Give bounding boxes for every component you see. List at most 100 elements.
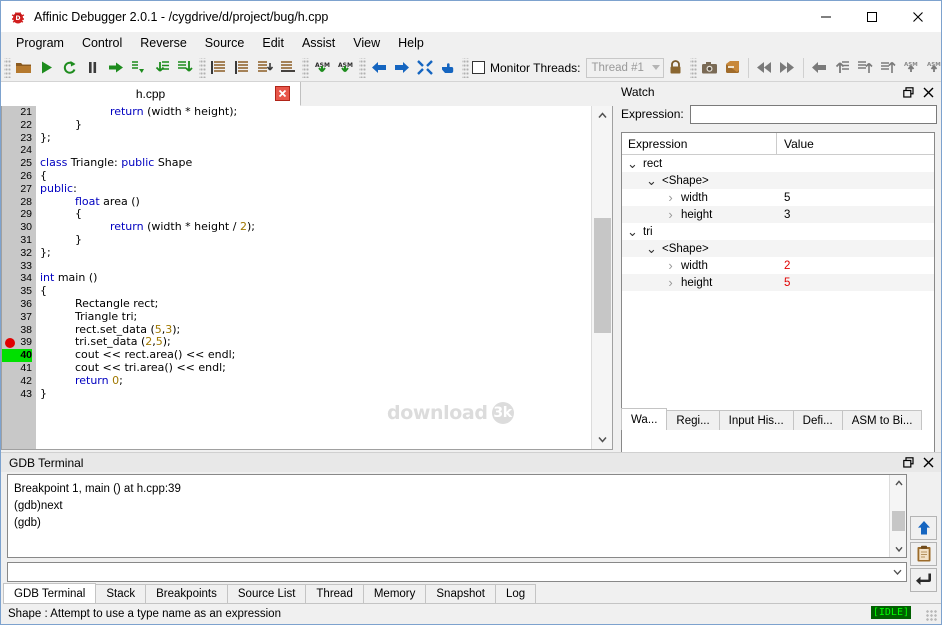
code-area[interactable]: 21 return (width * height);22 }23};2425c… [1, 106, 613, 450]
chevron-down-icon[interactable]: ⌄ [645, 173, 658, 189]
reverse-continue-icon[interactable] [808, 56, 831, 80]
reverse-asm-next-icon[interactable]: ASM [923, 56, 942, 80]
chevron-down-icon[interactable]: ⌄ [626, 156, 639, 172]
pointer-icon[interactable] [436, 56, 459, 80]
close-icon[interactable] [922, 457, 934, 469]
line-number[interactable]: 24 [2, 144, 32, 157]
line-number[interactable]: 42 [2, 375, 32, 388]
step-out-icon[interactable] [173, 56, 196, 80]
snapshot-load-icon[interactable] [721, 56, 744, 80]
chevron-right-icon[interactable]: › [664, 258, 677, 273]
code-line[interactable]: 30 return (width * height / 2); [2, 221, 590, 234]
scroll-up-icon[interactable] [890, 475, 907, 491]
line-number[interactable]: 29 [2, 208, 32, 221]
code-line[interactable]: 43} [2, 388, 590, 401]
line-number[interactable]: 37 [2, 311, 32, 324]
step-into-icon[interactable] [150, 56, 173, 80]
menu-view[interactable]: View [344, 33, 389, 53]
minimize-button[interactable] [803, 1, 849, 32]
toolbar-grip-2[interactable] [199, 58, 206, 78]
watch-tree[interactable]: Expression Value ⌄rect⌄<Shape>›width5›he… [621, 132, 935, 487]
upload-icon[interactable] [910, 516, 937, 540]
chevron-down-icon[interactable] [888, 563, 906, 581]
editor-tab-h-cpp[interactable]: h.cpp [1, 82, 301, 106]
watch-tab-3[interactable]: Defi... [793, 410, 843, 430]
thread-select[interactable]: Thread #1 [586, 58, 664, 78]
line-number[interactable]: 21 [2, 106, 32, 119]
line-number[interactable]: 22 [2, 119, 32, 132]
expression-input[interactable] [690, 105, 937, 124]
monitor-threads-checkbox[interactable] [472, 61, 485, 74]
watch-row[interactable]: ⌄<Shape> [622, 172, 934, 189]
close-icon[interactable] [922, 86, 934, 98]
watch-row[interactable]: ⌄rect [622, 155, 934, 172]
line-number[interactable]: 38 [2, 324, 32, 337]
restart-icon[interactable] [58, 56, 81, 80]
editor-vertical-scrollbar[interactable] [591, 106, 612, 449]
watch-tab-0[interactable]: Wa... [621, 408, 667, 430]
line-number[interactable]: 28 [2, 196, 32, 209]
menu-control[interactable]: Control [73, 33, 131, 53]
gdb-scrollbar-thumb[interactable] [892, 511, 905, 531]
menu-program[interactable]: Program [7, 33, 73, 53]
line-number[interactable]: 27 [2, 183, 32, 196]
line-number[interactable]: 30 [2, 221, 32, 234]
gdb-output[interactable]: Breakpoint 1, main () at h.cpp:39(gdb)ne… [7, 474, 907, 558]
code-line[interactable]: 25class Triangle: public Shape [2, 157, 590, 170]
line-number[interactable]: 35 [2, 285, 32, 298]
forward-icon[interactable] [390, 56, 413, 80]
toolbar-grip-5[interactable] [462, 58, 469, 78]
menu-reverse[interactable]: Reverse [131, 33, 196, 53]
asm-step-icon[interactable]: ASM [310, 56, 333, 80]
reverse-forward-icon[interactable] [776, 56, 799, 80]
menu-assist[interactable]: Assist [293, 33, 344, 53]
chevron-right-icon[interactable]: › [664, 207, 677, 222]
bottom-tab-7[interactable]: Log [495, 584, 536, 603]
column-header-value[interactable]: Value [777, 133, 814, 155]
reverse-step-into-icon[interactable] [854, 56, 877, 80]
toolbar-grip-1[interactable] [4, 58, 11, 78]
reverse-asm-step-icon[interactable]: ASM [900, 56, 923, 80]
open-folder-icon[interactable] [12, 56, 35, 80]
reverse-rewind-icon[interactable] [753, 56, 776, 80]
code-line[interactable]: 34int main () [2, 272, 590, 285]
clipboard-icon[interactable] [910, 542, 937, 566]
line-number[interactable]: 39 [2, 336, 32, 349]
reverse-step-out-icon[interactable] [877, 56, 900, 80]
line-number[interactable]: 36 [2, 298, 32, 311]
resize-grip[interactable] [926, 610, 938, 622]
source-finish-icon[interactable] [276, 56, 299, 80]
toolbar-grip-6[interactable] [690, 58, 697, 78]
bottom-tab-3[interactable]: Source List [227, 584, 307, 603]
pause-icon[interactable] [81, 56, 104, 80]
snapshot-icon[interactable] [698, 56, 721, 80]
scroll-down-icon[interactable] [592, 430, 613, 449]
collapse-icon[interactable] [413, 56, 436, 80]
code-text[interactable]: 21 return (width * height);22 }23};2425c… [2, 106, 590, 449]
menu-source[interactable]: Source [196, 33, 254, 53]
code-line[interactable]: 22 } [2, 119, 590, 132]
watch-tab-4[interactable]: ASM to Bi... [842, 410, 923, 430]
code-line[interactable]: 28 float area () [2, 196, 590, 209]
line-number[interactable]: 34 [2, 272, 32, 285]
restore-icon[interactable] [902, 457, 914, 469]
bottom-tab-4[interactable]: Thread [305, 584, 363, 603]
line-number[interactable]: 31 [2, 234, 32, 247]
scroll-up-icon[interactable] [592, 106, 613, 125]
watch-row[interactable]: ›width2 [622, 257, 934, 274]
menu-edit[interactable]: Edit [253, 33, 293, 53]
continue-icon[interactable] [104, 56, 127, 80]
line-number[interactable]: 26 [2, 170, 32, 183]
source-step-icon[interactable] [230, 56, 253, 80]
bottom-tab-6[interactable]: Snapshot [425, 584, 496, 603]
line-number[interactable]: 32 [2, 247, 32, 260]
bottom-tab-5[interactable]: Memory [363, 584, 427, 603]
lock-icon[interactable] [664, 56, 687, 80]
maximize-button[interactable] [849, 1, 895, 32]
reverse-step-over-icon[interactable] [831, 56, 854, 80]
close-button[interactable] [895, 1, 941, 32]
run-icon[interactable] [35, 56, 58, 80]
watch-tab-2[interactable]: Input His... [719, 410, 794, 430]
code-line[interactable]: 42 return 0; [2, 375, 590, 388]
bottom-tab-0[interactable]: GDB Terminal [3, 583, 96, 603]
